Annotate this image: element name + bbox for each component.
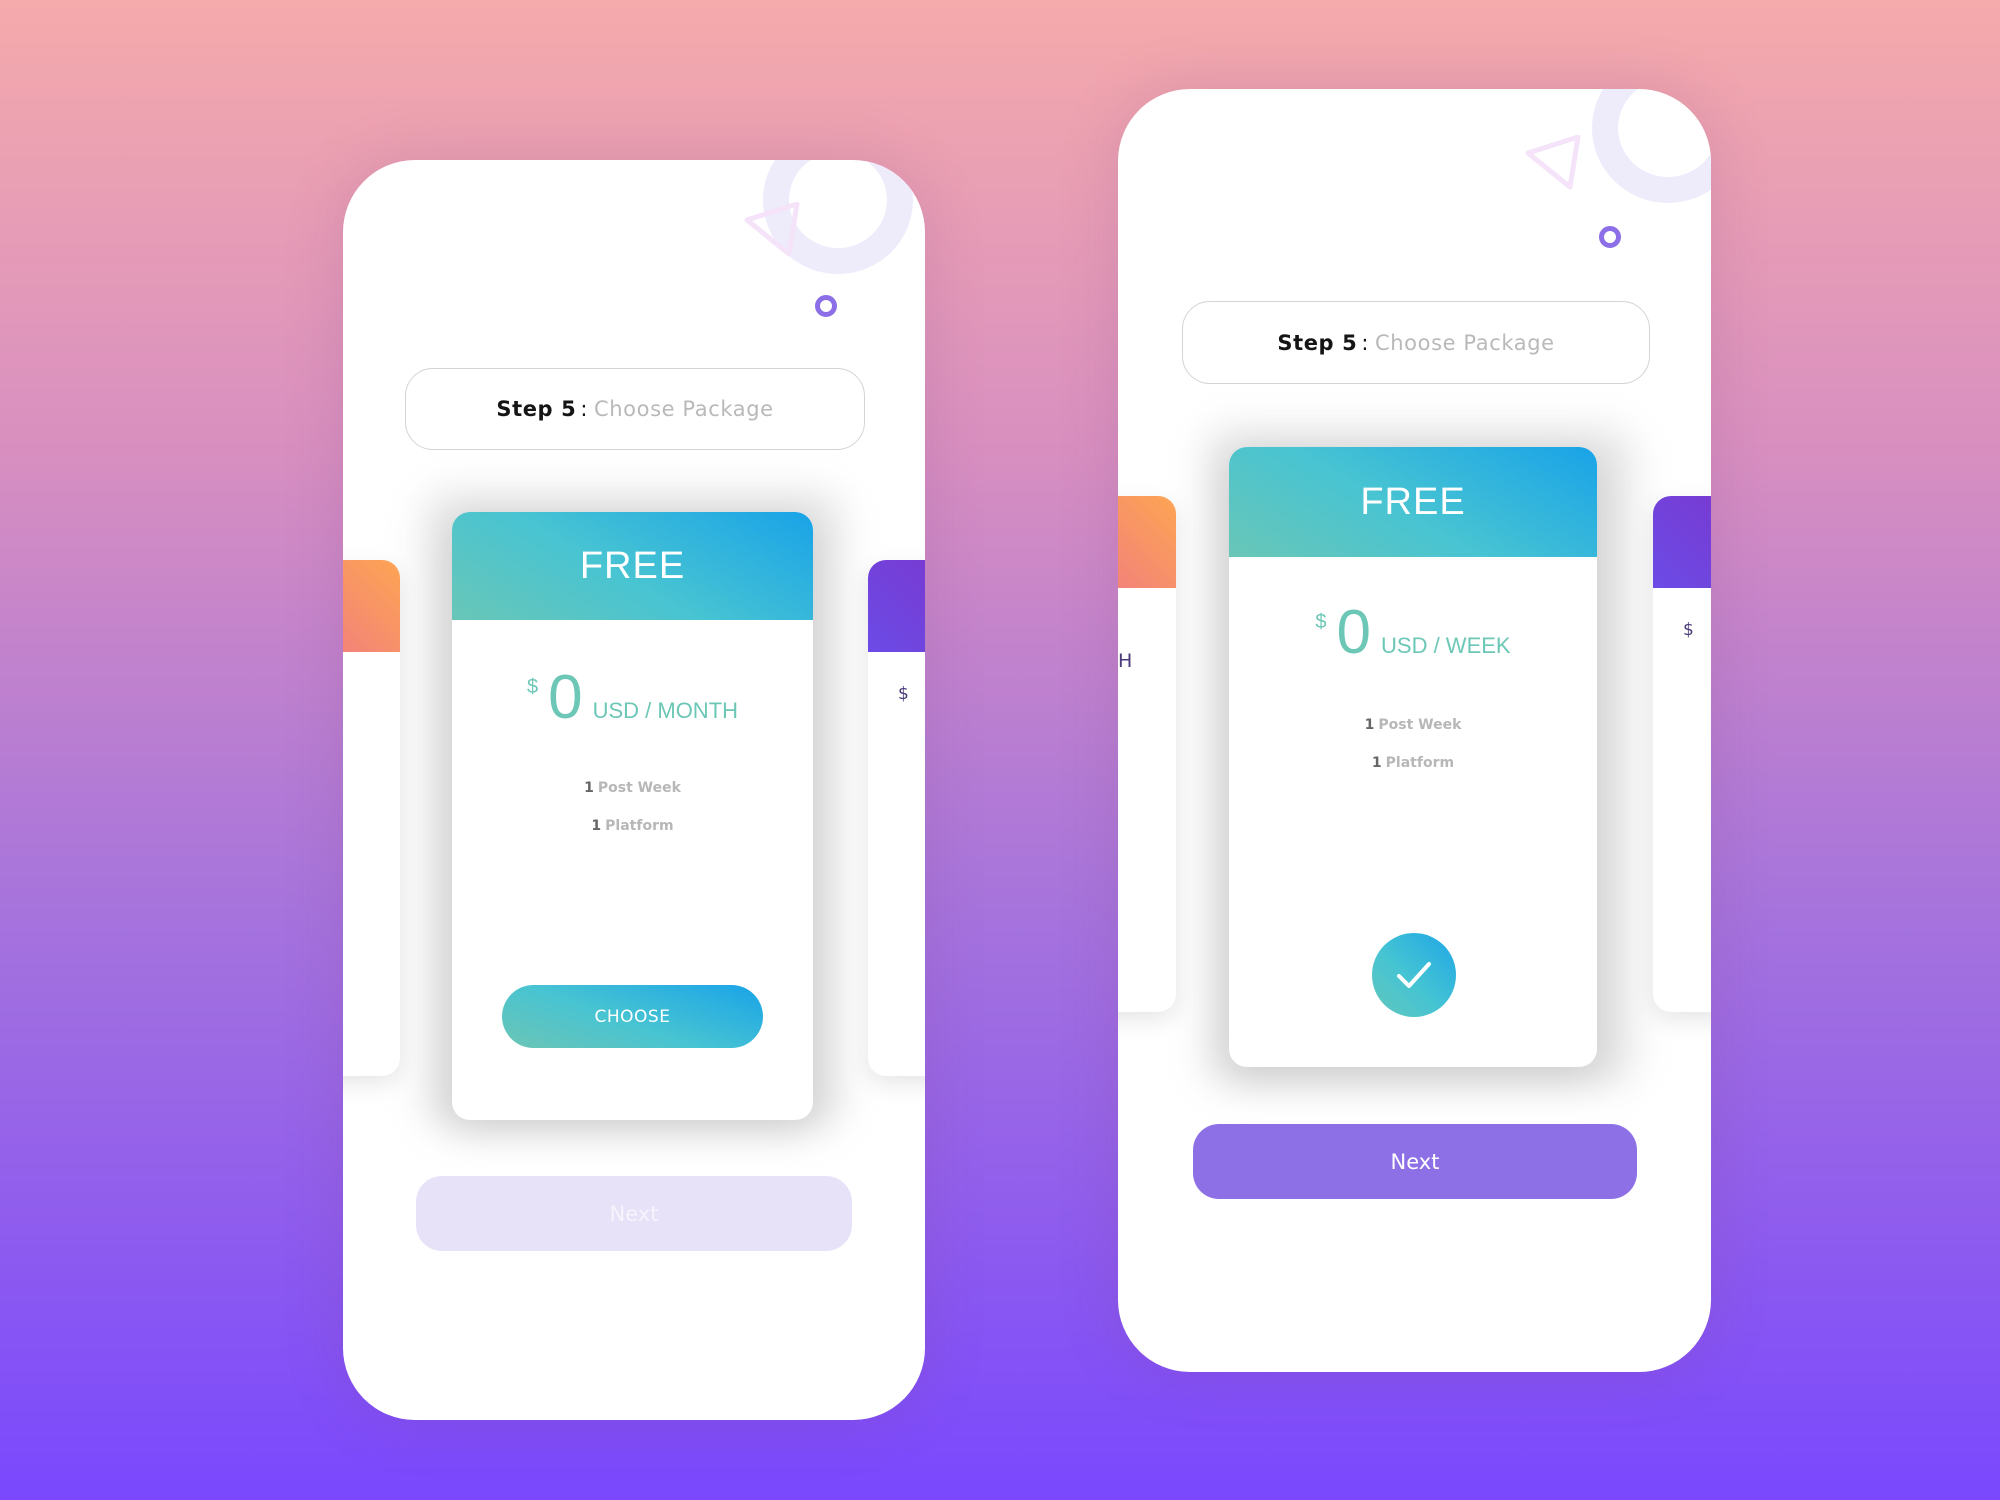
step-indicator: Step 5 : Choose Package	[1182, 301, 1650, 384]
side-plan-card-previous[interactable]: H	[1118, 496, 1176, 1012]
price-period: USD / WEEK	[1381, 633, 1511, 658]
checkmark-icon	[1397, 962, 1431, 988]
side-plan-header	[343, 560, 400, 652]
next-button[interactable]: Next	[416, 1176, 852, 1251]
step-number: Step 5	[1277, 330, 1358, 355]
feature-item: 1 Post Week	[1229, 717, 1597, 733]
feature-label: Platform	[1385, 755, 1455, 771]
dot-decoration	[1599, 226, 1621, 248]
side-plan-currency: $	[1683, 620, 1694, 640]
plan-price: $ 0 USD / WEEK	[1229, 598, 1597, 667]
plan-name: FREE	[1360, 480, 1466, 523]
step-title: Choose Package	[594, 397, 774, 421]
side-plan-card-next[interactable]: $	[868, 560, 925, 1076]
feature-label: Platform	[605, 818, 674, 834]
feature-label: Post Week	[597, 780, 681, 796]
price-currency: $	[1315, 611, 1327, 633]
side-plan-header	[868, 560, 925, 652]
plan-card-free: FREE $ 0 USD / MONTH 1 Post Week 1 Platfor…	[452, 512, 813, 1120]
feature-item: 1 Platform	[452, 818, 813, 834]
plan-card-free: FREE $ 0 USD / WEEK 1 Post Week 1 Platform	[1229, 447, 1597, 1067]
plan-header: FREE	[1229, 447, 1597, 557]
triangle-decoration	[744, 202, 800, 257]
feature-item: 1 Platform	[1229, 755, 1597, 771]
ring-decoration	[1592, 89, 1711, 203]
side-plan-card-previous[interactable]	[343, 560, 400, 1076]
plan-features: 1 Post Week 1 Platform	[452, 780, 813, 856]
selected-check-button[interactable]	[1372, 933, 1456, 1017]
price-currency: $	[526, 676, 539, 698]
plan-header: FREE	[452, 512, 813, 620]
price-amount: 0	[548, 663, 583, 732]
side-plan-card-next[interactable]: $	[1653, 496, 1711, 1012]
feature-count: 1	[591, 818, 602, 834]
side-plan-header	[1118, 496, 1176, 588]
step-separator: :	[1361, 330, 1369, 355]
feature-count: 1	[584, 780, 594, 796]
price-period: USD / MONTH	[592, 698, 739, 723]
feature-count: 1	[1371, 755, 1382, 771]
dot-decoration	[815, 295, 837, 317]
plan-name: FREE	[579, 544, 686, 587]
side-plan-text: H	[1118, 650, 1133, 672]
feature-item: 1 Post Week	[452, 780, 813, 796]
phone-screen-selected: Step 5 : Choose Package H $ FREE $ 0 USD…	[1118, 89, 1711, 1372]
side-plan-currency: $	[898, 684, 909, 704]
next-button[interactable]: Next	[1193, 1124, 1637, 1199]
choose-plan-button[interactable]: CHOOSE	[502, 985, 763, 1048]
step-number: Step 5	[496, 397, 577, 421]
phone-screen-unselected: Step 5 : Choose Package $ FREE $ 0 USD /…	[343, 160, 925, 1420]
plan-price: $ 0 USD / MONTH	[452, 663, 813, 732]
step-title: Choose Package	[1375, 330, 1555, 355]
feature-label: Post Week	[1378, 717, 1462, 733]
step-indicator: Step 5 : Choose Package	[405, 368, 865, 450]
side-plan-header	[1653, 496, 1711, 588]
feature-count: 1	[1364, 717, 1375, 733]
price-amount: 0	[1336, 598, 1372, 667]
plan-features: 1 Post Week 1 Platform	[1229, 717, 1597, 793]
step-separator: :	[580, 397, 588, 421]
triangle-decoration	[1525, 135, 1581, 190]
